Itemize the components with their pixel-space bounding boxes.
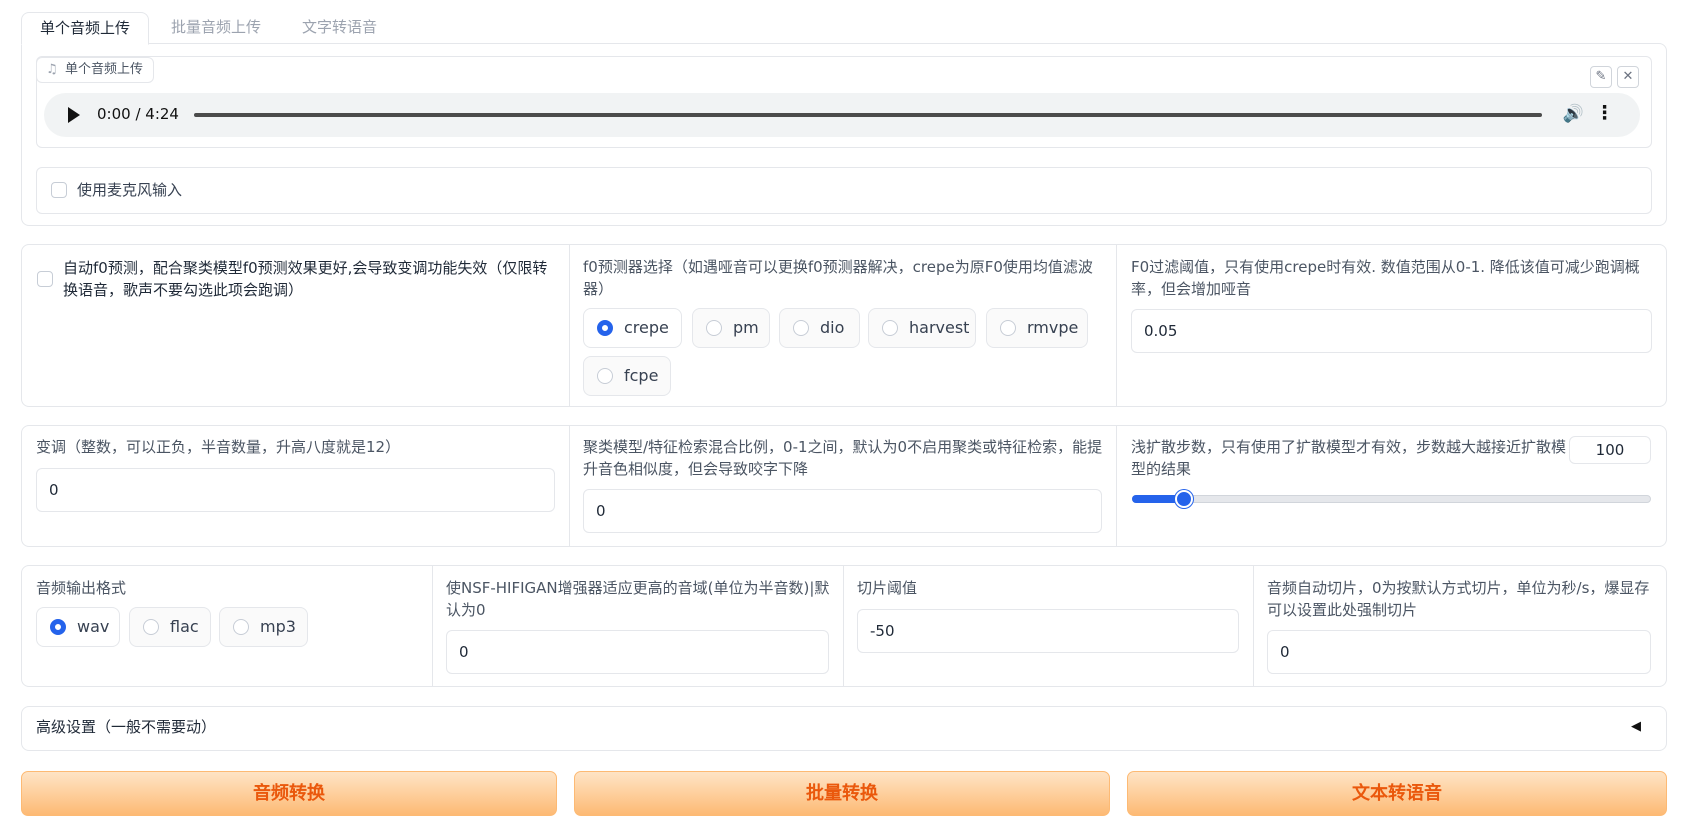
- radio-dot: [597, 368, 613, 384]
- row3-divider-1: [432, 566, 433, 686]
- audio-upload-label-text: 单个音频上传: [65, 62, 144, 77]
- auto-f0-label: 自动f0预测，配合聚类模型f0预测效果更好,会导致变调功能失效（仅限转换语音，歌…: [63, 259, 548, 299]
- convert-audio-button[interactable]: 音频转换: [21, 771, 557, 816]
- f0-option-harvest[interactable]: harvest: [868, 308, 976, 348]
- f0-option-fcpe[interactable]: fcpe: [583, 356, 671, 396]
- auto-slice-input[interactable]: 0: [1267, 630, 1651, 674]
- radio-dot: [233, 619, 249, 635]
- auto-slice-label: 音频自动切片，0为按默认方式切片，单位为秒/s，爆显存可以设置此处强制切片: [1267, 579, 1650, 619]
- option-label: rmvpe: [1027, 318, 1079, 337]
- row3-divider-2: [843, 566, 844, 686]
- advanced-settings-label: 高级设置（一般不需要动）: [36, 718, 217, 736]
- tab-batch-upload[interactable]: 批量音频上传: [153, 12, 279, 43]
- text-to-speech-button[interactable]: 文本转语音: [1127, 771, 1667, 816]
- radio-dot: [706, 320, 722, 336]
- edit-icon[interactable]: ✎: [1590, 66, 1612, 88]
- mic-input-box: [36, 167, 1652, 214]
- nsf-hifigan-input[interactable]: 0: [446, 630, 829, 674]
- audio-player: 0:00 / 4:24 🔊 ⋮: [44, 93, 1640, 137]
- close-icon[interactable]: ✕: [1617, 66, 1639, 88]
- diffusion-steps-slider-track[interactable]: [1132, 495, 1651, 503]
- audio-progress-track[interactable]: [194, 113, 1542, 117]
- f0-option-dio[interactable]: dio: [779, 308, 860, 348]
- radio-dot: [143, 619, 159, 635]
- diffusion-steps-number[interactable]: 100: [1569, 436, 1651, 464]
- more-options-icon[interactable]: ⋮: [1595, 102, 1614, 124]
- f0-option-rmvpe[interactable]: rmvpe: [986, 308, 1088, 348]
- option-label: dio: [820, 318, 845, 337]
- play-icon[interactable]: [68, 107, 80, 123]
- audio-upload-label: ♫ 单个音频上传: [36, 57, 155, 83]
- slice-threshold-label: 切片阈值: [857, 579, 918, 597]
- row1-divider-2: [1116, 245, 1117, 406]
- tab-single-upload[interactable]: 单个音频上传: [21, 12, 150, 45]
- row3-divider-3: [1253, 566, 1254, 686]
- f0-filter-input[interactable]: 0.05: [1131, 309, 1652, 353]
- batch-convert-button[interactable]: 批量转换: [574, 771, 1110, 816]
- auto-f0-checkbox[interactable]: [37, 271, 53, 287]
- radio-dot: [882, 320, 898, 336]
- format-option-wav[interactable]: wav: [36, 607, 120, 647]
- radio-dot: [597, 320, 613, 336]
- row2-divider-1: [569, 426, 570, 546]
- row2-divider-2: [1116, 426, 1117, 546]
- radio-dot: [793, 320, 809, 336]
- transpose-label: 变调（整数，可以正负，半音数量，升高八度就是12）: [36, 438, 401, 456]
- mic-checkbox[interactable]: [51, 182, 67, 198]
- expand-arrow-icon[interactable]: ◀: [1631, 716, 1641, 738]
- row1-divider-1: [569, 245, 570, 406]
- diffusion-steps-slider-thumb[interactable]: [1174, 490, 1193, 508]
- option-label: fcpe: [624, 366, 659, 385]
- option-label: wav: [77, 617, 110, 636]
- slice-threshold-input[interactable]: -50: [857, 609, 1239, 653]
- f0-predictor-label: f0预测器选择（如遇哑音可以更换f0预测器解决，crepe为原F0使用均值滤波器…: [583, 258, 1093, 298]
- radio-dot: [1000, 320, 1016, 336]
- radio-dot: [50, 619, 66, 635]
- diffusion-steps-label: 浅扩散步数，只有使用了扩散模型才有效，步数越大越接近扩散模型的结果: [1131, 438, 1567, 478]
- volume-icon[interactable]: 🔊: [1563, 104, 1584, 124]
- mic-label: 使用麦克风输入: [77, 181, 183, 199]
- format-option-flac[interactable]: flac: [129, 607, 211, 647]
- format-option-mp3[interactable]: mp3: [219, 607, 308, 647]
- transpose-input[interactable]: 0: [36, 468, 555, 512]
- f0-option-pm[interactable]: pm: [692, 308, 770, 348]
- f0-option-crepe[interactable]: crepe: [583, 308, 682, 348]
- cluster-ratio-label: 聚类模型/特征检索混合比例，0-1之间，默认为0不启用聚类或特征检索，能提升音色…: [583, 438, 1103, 478]
- audio-time: 0:00 / 4:24: [97, 105, 179, 123]
- option-label: mp3: [260, 617, 296, 636]
- f0-filter-label: F0过滤阈值，只有使用crepe时有效. 数值范围从0-1. 降低该值可减少跑调…: [1131, 258, 1640, 298]
- cluster-ratio-input[interactable]: 0: [583, 489, 1102, 533]
- option-label: harvest: [909, 318, 970, 337]
- option-label: flac: [170, 617, 199, 636]
- music-note-icon: ♫: [46, 62, 58, 77]
- option-label: crepe: [624, 318, 669, 337]
- tab-text-to-speech[interactable]: 文字转语音: [284, 12, 395, 43]
- option-label: pm: [733, 318, 759, 337]
- output-format-label: 音频输出格式: [36, 579, 127, 597]
- nsf-hifigan-label: 使NSF-HIFIGAN增强器适应更高的音域(单位为半音数)|默认为0: [446, 579, 830, 619]
- advanced-settings-accordion[interactable]: [21, 706, 1667, 751]
